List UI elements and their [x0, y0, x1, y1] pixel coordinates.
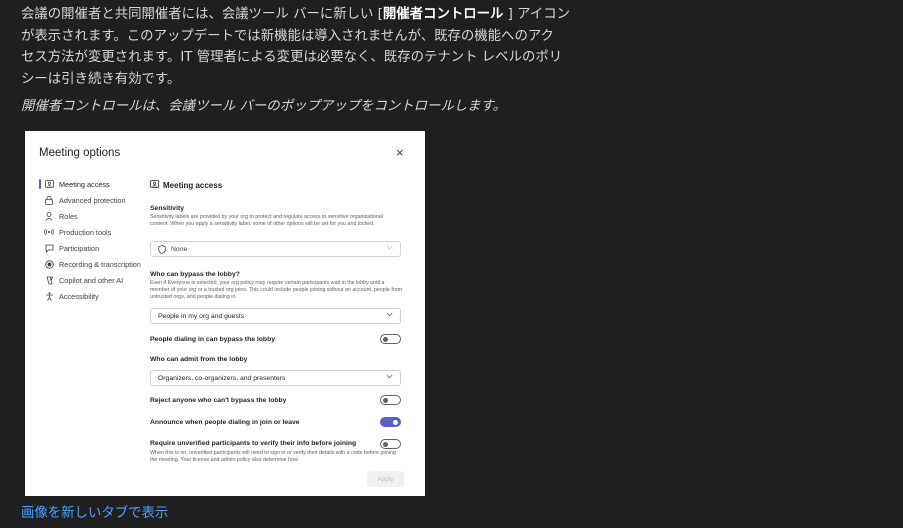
nav-label: Accessibility [59, 291, 99, 301]
paragraph-line-4: シーは引き続き有効です。 [21, 72, 181, 88]
record-icon [44, 259, 54, 269]
bypass-dropdown: People in my org and guests [150, 308, 401, 324]
apply-button: Apply [367, 471, 404, 487]
nav-label: Advanced protection [59, 195, 126, 205]
announce-toggle [380, 417, 401, 427]
organizer-controls-term: 開催者コントロール [382, 7, 504, 22]
toggle-knob [393, 419, 398, 425]
meeting-access-icon [150, 180, 159, 190]
toggle-knob [383, 336, 388, 342]
person-icon [44, 211, 54, 221]
dialing-bypass-toggle [380, 334, 401, 344]
chat-icon [44, 243, 54, 253]
options-content: Meeting access Sensitivity Sensitivity l… [150, 131, 410, 496]
bypass-desc: Even if Everyone is selected, your org p… [150, 280, 402, 300]
section-title: Meeting access [150, 180, 222, 190]
broadcast-icon [44, 227, 54, 237]
image-caption: 開催者コントロールは、会議ツール バーのポップアップをコントロールします。 [21, 99, 506, 114]
toggle-knob [383, 397, 388, 403]
nav-item-roles: Roles [39, 208, 149, 224]
lock-icon [44, 195, 54, 205]
nav-item-advanced-protection: Advanced protection [39, 192, 149, 208]
meeting-access-icon [44, 179, 54, 189]
nav-label: Participation [59, 243, 100, 253]
nav-item-copilot: Copilot and other AI [39, 272, 149, 288]
paragraph-line-2: が表示されます。このアップデートでは新機能は導入されませんが、既存の機能へのアク [21, 28, 554, 44]
open-image-new-tab-link[interactable]: 画像を新しいタブで表示 [21, 501, 168, 521]
active-indicator [39, 179, 41, 189]
chevron-down-icon [386, 374, 393, 381]
meeting-options-screenshot: Meeting options × Meeting access Advance… [25, 131, 425, 496]
nav-label: Copilot and other AI [59, 275, 124, 285]
accessibility-icon [44, 291, 54, 301]
nav-item-participation: Participation [39, 240, 149, 256]
nav-item-recording: Recording & transcription [39, 256, 149, 272]
shield-icon [158, 244, 166, 254]
sensitivity-desc: Sensitivity labels are provided by your … [150, 214, 383, 227]
nav-item-meeting-access: Meeting access [39, 176, 149, 192]
verify-label: Require unverified participants to verif… [150, 440, 357, 447]
paragraph-line-3: セス方法が変更されます。IT 管理者による変更は必要なく、既存のテナント レベル… [21, 50, 563, 66]
nav-label: Meeting access [59, 179, 110, 189]
chevron-down-icon [386, 245, 393, 252]
bypass-label: Who can bypass the lobby? [150, 271, 240, 278]
nav-item-accessibility: Accessibility [39, 288, 149, 304]
reject-label: Reject anyone who can't bypass the lobby [150, 397, 287, 404]
nav-label: Roles [59, 211, 78, 221]
article-paragraph: 会議の開催者と共同開催者には、会議ツール バーに新しい [開催者コントロール ]… [21, 4, 601, 91]
paragraph-line-1: 会議の開催者と共同開催者には、会議ツール バーに新しい [開催者コントロール ]… [21, 7, 571, 22]
dialing-bypass-label: People dialing in can bypass the lobby [150, 336, 276, 343]
options-nav: Meeting access Advanced protection Roles… [39, 176, 149, 304]
admit-dropdown: Organizers, co-organizers, and presenter… [150, 370, 401, 386]
verify-toggle [380, 439, 401, 449]
nav-label: Production tools [59, 227, 112, 237]
admit-label: Who can admit from the lobby [150, 356, 248, 363]
announce-label: Announce when people dialing in join or … [150, 419, 300, 426]
toggle-knob [383, 441, 388, 447]
sensitivity-dropdown: None [150, 241, 401, 257]
reject-toggle [380, 395, 401, 405]
copilot-icon [44, 275, 54, 285]
dialog-title: Meeting options [39, 147, 121, 159]
sensitivity-label: Sensitivity [150, 205, 184, 212]
verify-desc: When this is on, unverified participants… [150, 450, 396, 463]
chevron-down-icon [386, 312, 393, 319]
nav-label: Recording & transcription [59, 259, 141, 269]
nav-item-production-tools: Production tools [39, 224, 149, 240]
